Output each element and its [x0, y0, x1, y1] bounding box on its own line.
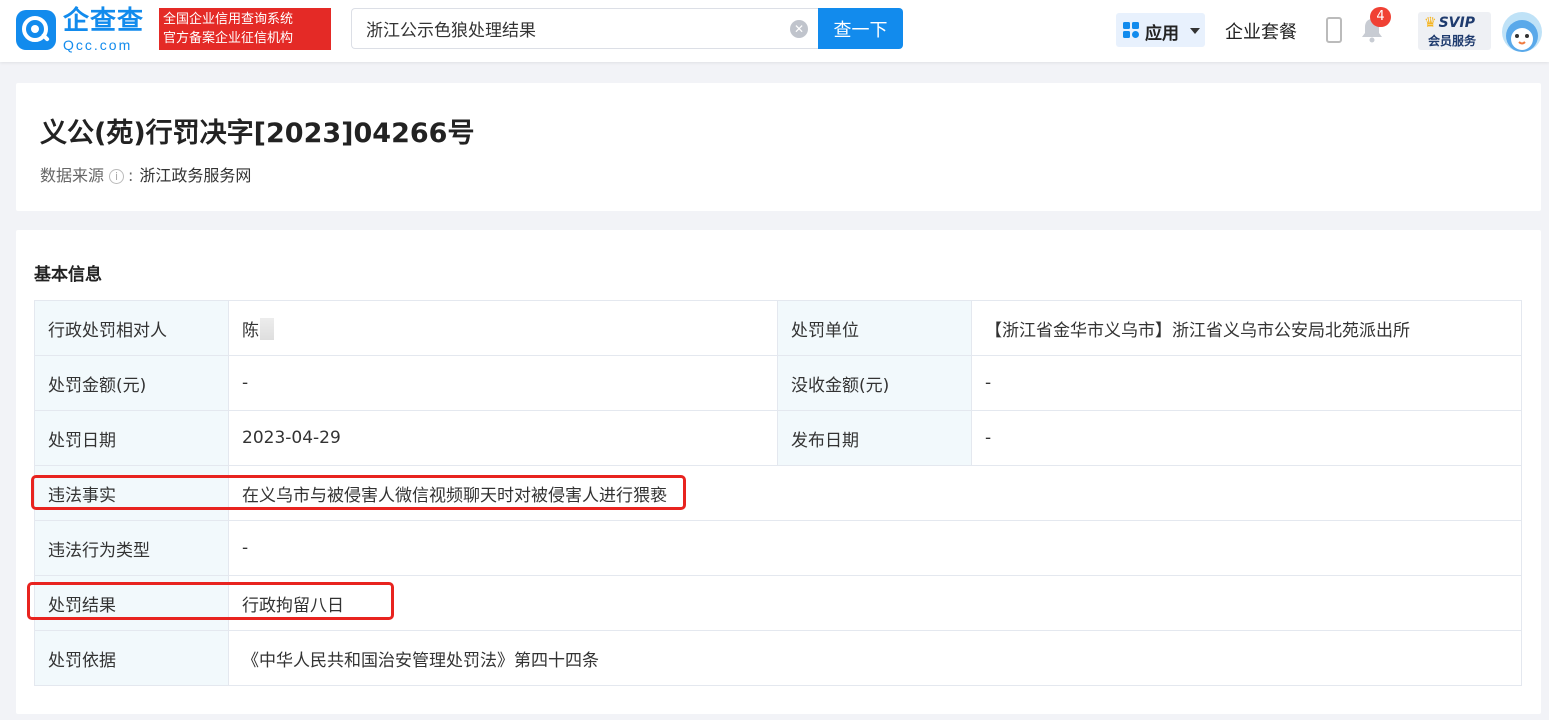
confiscate-label: 没收金额(元): [777, 355, 972, 411]
penalty-date-value: 2023-04-29: [228, 410, 778, 466]
enterprise-suite-link[interactable]: 企业套餐: [1225, 18, 1297, 44]
data-source-row: 数据来源 i: 浙江政务服务网: [40, 162, 251, 186]
publish-date-value: -: [971, 410, 1522, 466]
document-title-card: 义公(苑)行罚决字[2023]04266号 数据来源 i: 浙江政务服务网: [16, 83, 1541, 211]
qcc-logo-icon[interactable]: [16, 10, 56, 50]
penalty-date-label: 处罚日期: [34, 410, 229, 466]
apps-label: 应用: [1145, 24, 1179, 44]
brand-name: 企查查: [63, 6, 145, 36]
violation-type-value: -: [228, 520, 1522, 576]
table-row: 处罚日期 2023-04-29 发布日期 -: [34, 410, 1522, 466]
badge-line-1: 全国企业信用查询系统: [163, 12, 294, 27]
unit-value: 【浙江省金华市义乌市】浙江省义乌市公安局北苑派出所: [971, 300, 1522, 356]
info-icon[interactable]: i: [109, 169, 125, 184]
crown-icon: ♛: [1424, 15, 1437, 31]
table-row: 处罚结果 行政拘留八日: [34, 575, 1522, 631]
apps-menu-button[interactable]: 应用: [1116, 13, 1205, 47]
section-title: 基本信息: [34, 265, 102, 285]
table-row: 违法行为类型 -: [34, 520, 1522, 576]
confiscate-value: -: [971, 355, 1522, 411]
table-row: 行政处罚相对人 陈 处罚单位 【浙江省金华市义乌市】浙江省义乌市公安局北苑派出所: [34, 300, 1522, 356]
fine-label: 处罚金额(元): [34, 355, 229, 411]
search-box: ✕: [351, 8, 818, 49]
subject-label: 行政处罚相对人: [34, 300, 229, 356]
user-avatar[interactable]: [1502, 12, 1542, 52]
credit-system-badge: 全国企业信用查询系统 官方备案企业征信机构: [159, 8, 331, 50]
fine-value: -: [228, 355, 778, 411]
colon: :: [128, 166, 134, 185]
table-row: 处罚依据 《中华人民共和国治安管理处罚法》第四十四条: [34, 630, 1522, 686]
subject-value: 陈: [228, 300, 778, 356]
search-input[interactable]: [352, 9, 782, 48]
penalty-info-table: 行政处罚相对人 陈 处罚单位 【浙江省金华市义乌市】浙江省义乌市公安局北苑派出所…: [34, 300, 1522, 686]
brand-logo[interactable]: 企查查 Qcc.com: [63, 6, 153, 52]
unit-label: 处罚单位: [777, 300, 972, 356]
basis-label: 处罚依据: [34, 630, 229, 686]
result-value: 行政拘留八日: [228, 575, 1522, 631]
result-label: 处罚结果: [34, 575, 229, 631]
top-header: 企查查 Qcc.com 全国企业信用查询系统 官方备案企业征信机构 ✕ 查一下 …: [0, 0, 1549, 62]
page-title: 义公(苑)行罚决字[2023]04266号: [40, 118, 475, 149]
svip-title: ♛ SVIP: [1424, 15, 1475, 31]
data-source-label: 数据来源: [40, 166, 105, 185]
svip-label: SVIP: [1438, 15, 1475, 31]
svip-sub-label: 会员服务: [1428, 34, 1477, 48]
notification-count-badge: 4: [1370, 7, 1391, 27]
basic-info-card: 基本信息 行政处罚相对人 陈 处罚单位 【浙江省金华市义乌市】浙江省义乌市公安局…: [16, 230, 1541, 714]
clear-search-icon[interactable]: ✕: [790, 20, 808, 38]
violation-type-label: 违法行为类型: [34, 520, 229, 576]
facts-label: 违法事实: [34, 465, 229, 521]
publish-date-label: 发布日期: [777, 410, 972, 466]
chevron-down-icon: [1190, 28, 1200, 34]
basis-value: 《中华人民共和国治安管理处罚法》第四十四条: [228, 630, 1522, 686]
mobile-phone-icon[interactable]: [1326, 17, 1342, 43]
table-row: 处罚金额(元) - 没收金额(元) -: [34, 355, 1522, 411]
data-source-value[interactable]: 浙江政务服务网: [139, 166, 251, 185]
apps-grid-icon: [1123, 22, 1139, 38]
table-row: 违法事实 在义乌市与被侵害人微信视频聊天时对被侵害人进行猥亵: [34, 465, 1522, 521]
search-button[interactable]: 查一下: [818, 8, 903, 49]
facts-value: 在义乌市与被侵害人微信视频聊天时对被侵害人进行猥亵: [228, 465, 1522, 521]
subject-name: 陈: [242, 320, 259, 341]
redacted-name-block: [260, 317, 274, 340]
avatar-mascot-icon: [1506, 20, 1538, 52]
brand-domain: Qcc.com: [63, 37, 133, 53]
badge-line-2: 官方备案企业征信机构: [163, 31, 294, 46]
svip-member-button[interactable]: ♛ SVIP 会员服务: [1418, 12, 1491, 50]
